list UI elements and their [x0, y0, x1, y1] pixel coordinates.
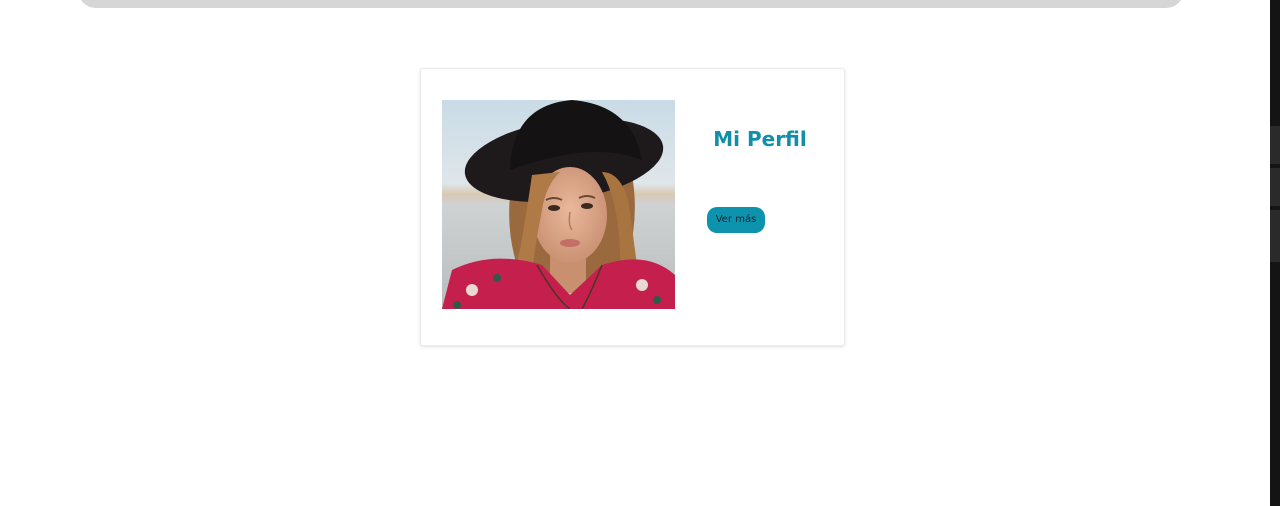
ver-mas-button[interactable]: Ver más	[707, 207, 765, 233]
profile-title: Mi Perfil	[713, 127, 807, 151]
right-edge-panel	[1270, 0, 1280, 506]
page: Mi Perfil Ver más	[0, 0, 1280, 506]
top-scroll-bar	[78, 0, 1184, 8]
profile-photo-illustration	[442, 100, 675, 309]
right-edge-segment	[1270, 126, 1280, 164]
right-edge-segment	[1270, 210, 1280, 262]
right-edge-segment	[1270, 168, 1280, 206]
profile-card: Mi Perfil Ver más	[420, 68, 845, 346]
profile-photo	[442, 100, 675, 309]
